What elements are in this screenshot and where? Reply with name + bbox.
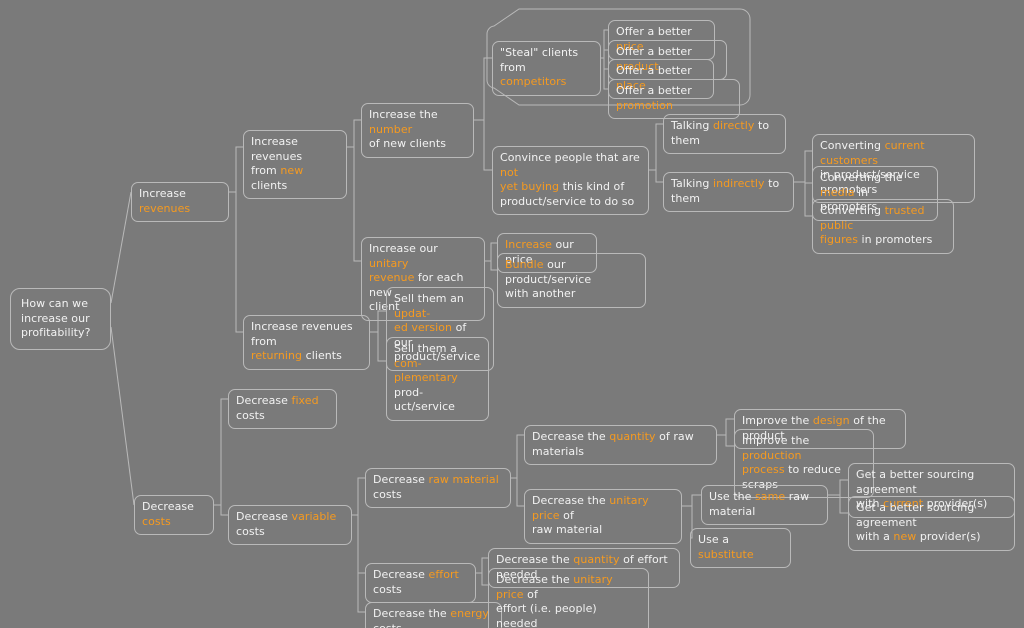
highlighted-term: design (812, 414, 850, 427)
highlighted-term: new (893, 530, 917, 543)
node-decrease-raw-unitary-price[interactable]: Decrease the unitary price of raw materi… (524, 489, 682, 544)
highlighted-term: returning (251, 349, 303, 362)
node-offer-better-promotion[interactable]: Offer a better promotion (608, 79, 740, 119)
node-converting-public-figures[interactable]: Converting trusted public figures in pro… (812, 199, 954, 254)
highlighted-term: number (369, 122, 413, 136)
highlighted-term: trusted public figures (820, 204, 925, 246)
highlighted-term: effort (428, 568, 459, 581)
node-talking-indirectly[interactable]: Talking indirectly to them (663, 172, 794, 212)
node-sourcing-new-provider[interactable]: Get a better sourcing agreement with a n… (848, 496, 1015, 551)
highlighted-term: costs (142, 514, 171, 528)
node-decrease-effort-costs[interactable]: Decrease effort costs (365, 563, 476, 603)
highlighted-term: not yet buying (500, 165, 560, 194)
node-decrease-raw-quantity[interactable]: Decrease the quantity of raw materials (524, 425, 717, 465)
node-steal-clients[interactable]: "Steal" clients from competitors (492, 41, 601, 96)
highlighted-term: variable (291, 510, 337, 523)
node-decrease-raw-material-costs[interactable]: Decrease raw material costs (365, 468, 511, 508)
highlighted-term: Bundle (505, 258, 544, 271)
highlighted-term: new (280, 164, 304, 177)
node-revenues-new-clients[interactable]: Increase revenues from new clients (243, 130, 347, 199)
node-convince-people[interactable]: Convince people that are not yet buying … (492, 146, 649, 215)
node-decrease-energy-costs[interactable]: Decrease the energy costs (365, 602, 502, 628)
highlighted-term: fixed (291, 394, 319, 407)
highlighted-term: Increase (505, 238, 552, 251)
mindmap-canvas: How can we increase our profitability? I… (0, 0, 1024, 628)
node-root-label: How can we increase our profitability? (21, 297, 91, 339)
highlighted-term: production process (742, 448, 802, 477)
highlighted-term: quantity (609, 430, 656, 443)
node-bundle-product[interactable]: Bundle our product/service with another (497, 253, 646, 308)
highlighted-term: media (820, 185, 855, 199)
node-decrease-fixed-costs[interactable]: Decrease fixed costs (228, 389, 337, 429)
node-decrease-effort-unitary-price[interactable]: Decrease the unitary price of effort (i.… (488, 568, 649, 628)
node-decrease-variable-costs[interactable]: Decrease variable costs (228, 505, 352, 545)
highlighted-term: quantity (573, 553, 620, 566)
highlighted-term: updat- ed version (394, 306, 453, 335)
node-use-substitute[interactable]: Use a substitute (690, 528, 791, 568)
highlighted-term: current customers (820, 139, 925, 167)
highlighted-term: energy (450, 607, 489, 620)
highlighted-term: substitute (698, 547, 754, 561)
highlighted-term: com- plementary (394, 356, 458, 385)
highlighted-term: directly (712, 119, 755, 132)
highlighted-term: same (755, 490, 786, 503)
highlighted-term: unitary price (496, 573, 613, 601)
highlighted-term: indirectly (712, 177, 765, 190)
node-sell-complementary[interactable]: Sell them a com- plementary prod- uct/se… (386, 337, 489, 421)
highlighted-term: revenues (139, 201, 191, 215)
highlighted-term: raw material (428, 473, 499, 486)
node-root[interactable]: How can we increase our profitability? (10, 288, 111, 350)
node-talking-directly[interactable]: Talking directly to them (663, 114, 786, 154)
node-revenues-returning-clients[interactable]: Increase revenues from returning clients (243, 315, 370, 370)
node-number-new-clients[interactable]: Increase the number of new clients (361, 103, 474, 158)
node-decrease-costs[interactable]: Decrease costs (134, 495, 214, 535)
node-use-same-raw-material[interactable]: Use the same raw material (701, 485, 828, 525)
highlighted-term: unitary revenue (369, 256, 415, 285)
node-increase-revenues[interactable]: Increase revenues (131, 182, 229, 222)
highlighted-term: promotion (616, 98, 673, 112)
highlighted-term: competitors (500, 75, 567, 88)
highlighted-term: unitary price (532, 494, 649, 522)
